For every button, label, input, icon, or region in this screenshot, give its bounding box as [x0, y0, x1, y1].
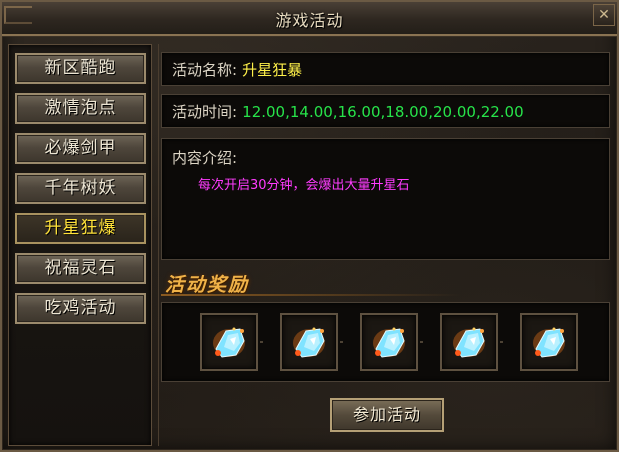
join-activity-button[interactable]: 参加活动	[330, 398, 444, 432]
menu-item-chicken-event[interactable]: 吃鸡活动	[15, 293, 146, 324]
activity-name-label: 活动名称:	[172, 61, 238, 79]
crystal-gem-icon	[533, 327, 565, 358]
activity-window: 游戏活动 ✕ 新区酷跑 激情泡点 必爆剑甲 千年树妖 升星狂爆 祝福灵石 吃鸡活…	[0, 0, 619, 452]
activity-description-box: 内容介绍: 每次开启30分钟，会爆出大量升星石	[161, 138, 610, 260]
activity-time-label: 活动时间:	[172, 103, 238, 121]
activity-time-row: 活动时间: 12.00,14.00,16.00,18.00,20.00,22.0…	[161, 94, 610, 128]
menu-item-guaranteed-drop[interactable]: 必爆剑甲	[15, 133, 146, 164]
activity-details: 活动名称: 升星狂暴 活动时间: 12.00,14.00,16.00,18.00…	[158, 44, 613, 446]
crystal-gem-icon	[213, 327, 245, 358]
reward-slot[interactable]	[520, 313, 578, 371]
slot-separator	[500, 341, 503, 343]
activity-description-label: 内容介绍:	[172, 149, 238, 167]
rewards-title: 活动奖励	[165, 274, 250, 296]
reward-slot[interactable]	[440, 313, 498, 371]
activity-name-row: 活动名称: 升星狂暴	[161, 52, 610, 86]
close-icon: ✕	[598, 7, 610, 23]
slot-separator	[340, 341, 343, 343]
rewards-box	[161, 302, 610, 382]
reward-slot[interactable]	[200, 313, 258, 371]
crystal-gem-icon	[373, 327, 405, 358]
close-button[interactable]: ✕	[593, 4, 615, 26]
rewards-divider	[161, 294, 461, 296]
activity-description-text: 每次开启30分钟，会爆出大量升星石	[198, 178, 410, 193]
menu-item-new-server-run[interactable]: 新区酷跑	[15, 53, 146, 84]
slot-separator	[260, 341, 263, 343]
reward-slot[interactable]	[280, 313, 338, 371]
crystal-gem-icon	[293, 327, 325, 358]
activity-menu: 新区酷跑 激情泡点 必爆剑甲 千年树妖 升星狂爆 祝福灵石 吃鸡活动	[8, 44, 152, 446]
window-title: 游戏活动	[275, 11, 344, 30]
crystal-gem-icon	[453, 327, 485, 358]
slot-separator	[420, 341, 423, 343]
menu-item-blessing-stone[interactable]: 祝福灵石	[15, 253, 146, 284]
title-bar[interactable]: 游戏活动 ✕	[2, 2, 617, 36]
reward-slot[interactable]	[360, 313, 418, 371]
menu-item-tree-demon[interactable]: 千年树妖	[15, 173, 146, 204]
activity-name-value: 升星狂暴	[242, 61, 303, 79]
menu-item-star-frenzy[interactable]: 升星狂爆	[15, 213, 146, 244]
menu-item-passion-afk[interactable]: 激情泡点	[15, 93, 146, 124]
activity-time-value: 12.00,14.00,16.00,18.00,20.00,22.00	[242, 103, 524, 121]
